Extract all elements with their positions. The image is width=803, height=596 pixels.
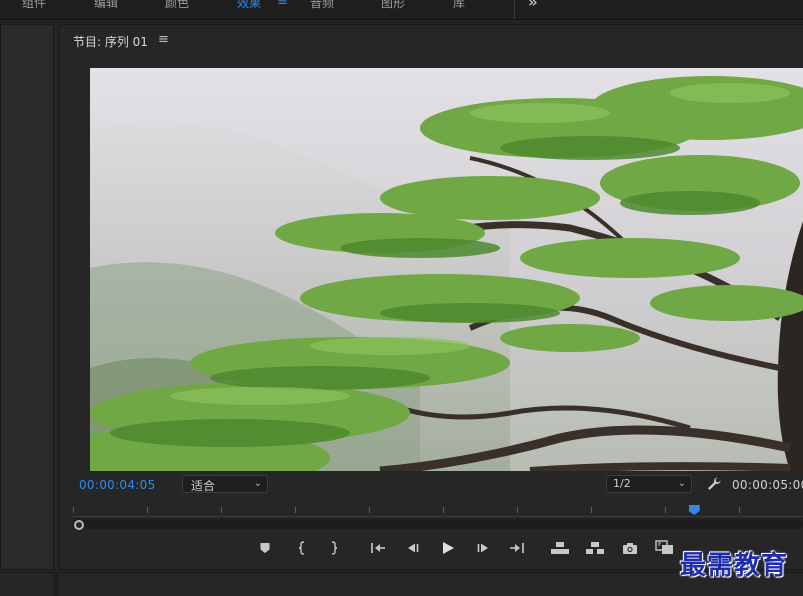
step-back-icon	[408, 543, 419, 553]
mark-in-button[interactable]	[291, 537, 313, 559]
playhead-marker[interactable]	[688, 505, 700, 515]
comparison-view-button[interactable]	[654, 537, 676, 559]
workspace-menu-icon[interactable]: ≡	[277, 0, 288, 9]
monitor-menu-icon[interactable]: ≡	[158, 32, 169, 47]
mark-in-icon	[298, 541, 305, 555]
mark-out-button[interactable]	[323, 537, 345, 559]
marker-icon	[260, 543, 270, 553]
camera-icon	[623, 542, 637, 554]
monitor-title[interactable]: 节目: 序列 01	[73, 33, 148, 50]
go-to-in-button[interactable]	[367, 537, 389, 559]
zoom-level-select[interactable]: 适合 ⌄	[182, 475, 268, 493]
zoom-level-value: 适合	[191, 479, 216, 493]
playback-resolution-select[interactable]: 1/2 ⌄	[606, 475, 692, 493]
step-forward-icon	[477, 543, 488, 553]
workspace-tab-color[interactable]: 颜色	[165, 0, 189, 11]
play-button[interactable]	[437, 537, 459, 559]
go-to-out-button[interactable]	[506, 537, 528, 559]
video-frame-image	[90, 68, 803, 471]
play-icon	[443, 542, 454, 554]
time-ruler[interactable]	[60, 497, 803, 530]
workspace-tab-assembly[interactable]: 组件	[22, 0, 46, 11]
workspace-divider	[514, 0, 515, 19]
lift-button[interactable]	[549, 537, 571, 559]
ruler-baseline	[72, 516, 803, 517]
workspace-tab-libraries[interactable]: 库	[453, 0, 465, 11]
comparison-icon	[655, 540, 673, 554]
playback-resolution-value: 1/2	[613, 477, 631, 490]
go-to-in-icon	[371, 543, 385, 553]
step-forward-button[interactable]	[472, 537, 494, 559]
left-panel: ♪	[0, 24, 54, 587]
wrench-icon[interactable]	[706, 476, 722, 492]
workspace-tab-editing[interactable]: 编辑	[94, 0, 118, 11]
add-marker-button[interactable]	[254, 537, 276, 559]
current-timecode[interactable]: 00:00:04:05	[79, 478, 156, 492]
video-preview[interactable]	[90, 68, 803, 471]
zoom-scroll-handle[interactable]	[74, 520, 84, 530]
go-to-out-icon	[510, 543, 524, 553]
duration-timecode: 00:00:05:00	[732, 478, 803, 492]
workspace-tab-audio[interactable]: 音频	[310, 0, 334, 11]
workspace-bar: 组件 编辑 颜色 效果 ≡ 音频 图形 库 »	[0, 0, 803, 20]
lift-icon	[551, 542, 569, 554]
extract-button[interactable]	[584, 537, 606, 559]
chevron-down-icon: ⌄	[677, 478, 686, 489]
mark-out-icon	[331, 541, 338, 555]
program-monitor: 节目: 序列 01 ≡ 00:00:04:05 适合 ⌄ 1/2 ⌄ 00:00…	[59, 24, 803, 570]
premiere-window: 组件 编辑 颜色 效果 ≡ 音频 图形 库 » ♪ 节目: 序列 01 ≡	[0, 0, 803, 596]
step-back-button[interactable]	[402, 537, 424, 559]
export-frame-button[interactable]	[619, 537, 641, 559]
watermark-logo: 最需教育	[680, 551, 789, 581]
panel-divider[interactable]	[54, 572, 59, 596]
workspace-tab-graphics[interactable]: 图形	[381, 0, 405, 11]
workspace-overflow-icon[interactable]: »	[528, 0, 538, 11]
extract-icon	[586, 542, 604, 554]
workspace-tab-effects[interactable]: 效果	[237, 0, 261, 11]
zoom-scroll-bar[interactable]	[72, 519, 803, 529]
chevron-down-icon: ⌄	[253, 478, 262, 489]
